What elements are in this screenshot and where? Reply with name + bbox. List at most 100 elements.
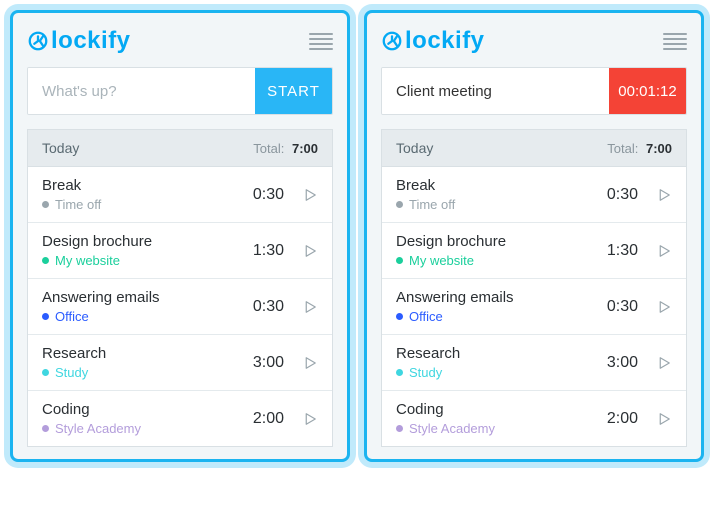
time-entry[interactable]: Break Time off 0:30	[28, 167, 332, 223]
new-entry-row: START	[27, 67, 333, 115]
entry-title: Design brochure	[396, 233, 607, 250]
entry-title: Research	[42, 345, 253, 362]
project-color-dot	[42, 425, 49, 432]
task-input[interactable]	[382, 68, 609, 114]
entry-project: Style Academy	[396, 421, 607, 436]
entry-duration: 3:00	[253, 354, 284, 372]
entry-duration: 2:00	[607, 410, 638, 428]
entry-main: Break Time off	[42, 177, 253, 212]
play-icon[interactable]	[296, 349, 324, 377]
entry-duration: 0:30	[253, 186, 284, 204]
time-entry[interactable]: Coding Style Academy 2:00	[28, 391, 332, 446]
project-name: Time off	[55, 197, 101, 212]
entries-container-right: Break Time off 0:30 Design brochure My websi…	[382, 167, 686, 446]
day-label: Today	[42, 140, 79, 156]
entry-project: Study	[396, 365, 607, 380]
project-color-dot	[42, 369, 49, 376]
time-entry[interactable]: Break Time off 0:30	[382, 167, 686, 223]
entry-title: Research	[396, 345, 607, 362]
play-icon[interactable]	[650, 293, 678, 321]
stop-timer-button[interactable]: 00:01:12	[609, 68, 686, 114]
entry-main: Break Time off	[396, 177, 607, 212]
project-name: Style Academy	[55, 421, 141, 436]
project-name: Time off	[409, 197, 455, 212]
entry-title: Break	[42, 177, 253, 194]
task-input[interactable]	[28, 68, 255, 114]
entries-list: Today Total: 7:00 Break Time off 0:30 Desig…	[27, 129, 333, 447]
time-entry[interactable]: Coding Style Academy2:00	[382, 391, 686, 446]
day-header: Today Total: 7:00	[28, 130, 332, 167]
entry-duration: 2:00	[253, 410, 284, 428]
entry-title: Answering emails	[42, 289, 253, 306]
panel-header: lockify	[381, 27, 687, 55]
entry-project: Office	[396, 309, 607, 324]
entry-title: Coding	[396, 401, 607, 418]
panel-header: lockify	[27, 27, 333, 55]
clockify-logo-icon	[27, 30, 49, 52]
entry-project: My website	[42, 253, 253, 268]
project-color-dot	[396, 257, 403, 264]
play-icon[interactable]	[650, 237, 678, 265]
project-color-dot	[42, 257, 49, 264]
entry-duration: 0:30	[253, 298, 284, 316]
entries-container-left: Break Time off 0:30 Design brochureMy websi…	[28, 167, 332, 446]
entry-project: Style Academy	[42, 421, 253, 436]
menu-icon[interactable]	[663, 33, 687, 50]
app-logo: lockify	[381, 27, 485, 55]
play-icon[interactable]	[650, 349, 678, 377]
project-color-dot	[42, 201, 49, 208]
play-icon[interactable]	[296, 237, 324, 265]
project-color-dot	[396, 201, 403, 208]
play-icon[interactable]	[650, 405, 678, 433]
day-label: Today	[396, 140, 433, 156]
entry-duration: 1:30	[607, 242, 638, 260]
entry-duration: 3:00	[607, 354, 638, 372]
entry-duration: 1:30	[253, 242, 284, 260]
entry-duration: 0:30	[607, 186, 638, 204]
app-logo-text: lockify	[405, 27, 485, 55]
day-header: Today Total: 7:00	[382, 130, 686, 167]
entry-title: Coding	[42, 401, 253, 418]
day-total: Total: 7:00	[607, 141, 672, 156]
entry-title: Break	[396, 177, 607, 194]
time-entry[interactable]: Answering emails Office 0:30	[382, 279, 686, 335]
project-color-dot	[396, 313, 403, 320]
start-button[interactable]: START	[255, 68, 332, 114]
play-icon[interactable]	[650, 181, 678, 209]
play-icon[interactable]	[296, 293, 324, 321]
project-name: My website	[55, 253, 120, 268]
play-icon[interactable]	[296, 405, 324, 433]
time-entry[interactable]: Answering emails Office 0:30	[28, 279, 332, 335]
project-color-dot	[396, 369, 403, 376]
project-name: My website	[409, 253, 474, 268]
entry-main: Answering emails Office	[396, 289, 607, 324]
project-color-dot	[396, 425, 403, 432]
time-entry[interactable]: Design brochure My website 1:30	[382, 223, 686, 279]
entries-list: Today Total: 7:00 Break Time off 0:30 Desig…	[381, 129, 687, 447]
tracker-panel-idle: lockify START Today Total: 7:00 Break Tim…	[10, 10, 350, 462]
entry-title: Answering emails	[396, 289, 607, 306]
entry-main: Design brochure My website	[396, 233, 607, 268]
entry-project: My website	[396, 253, 607, 268]
running-entry-row: 00:01:12	[381, 67, 687, 115]
project-color-dot	[42, 313, 49, 320]
project-name: Office	[55, 309, 89, 324]
app-logo-text: lockify	[51, 27, 131, 55]
menu-icon[interactable]	[309, 33, 333, 50]
entry-project: Time off	[396, 197, 607, 212]
app-logo: lockify	[27, 27, 131, 55]
entry-main: Coding Style Academy	[42, 401, 253, 436]
time-entry[interactable]: Research Study 3:00	[28, 335, 332, 391]
time-entry[interactable]: Design brochureMy website1:30	[28, 223, 332, 279]
time-entry[interactable]: Research Study 3:00	[382, 335, 686, 391]
project-name: Study	[55, 365, 88, 380]
project-name: Study	[409, 365, 442, 380]
entry-main: Coding Style Academy	[396, 401, 607, 436]
entry-duration: 0:30	[607, 298, 638, 316]
entry-project: Office	[42, 309, 253, 324]
entry-main: Design brochureMy website	[42, 233, 253, 268]
entry-project: Time off	[42, 197, 253, 212]
play-icon[interactable]	[296, 181, 324, 209]
entry-main: Research Study	[42, 345, 253, 380]
project-name: Office	[409, 309, 443, 324]
